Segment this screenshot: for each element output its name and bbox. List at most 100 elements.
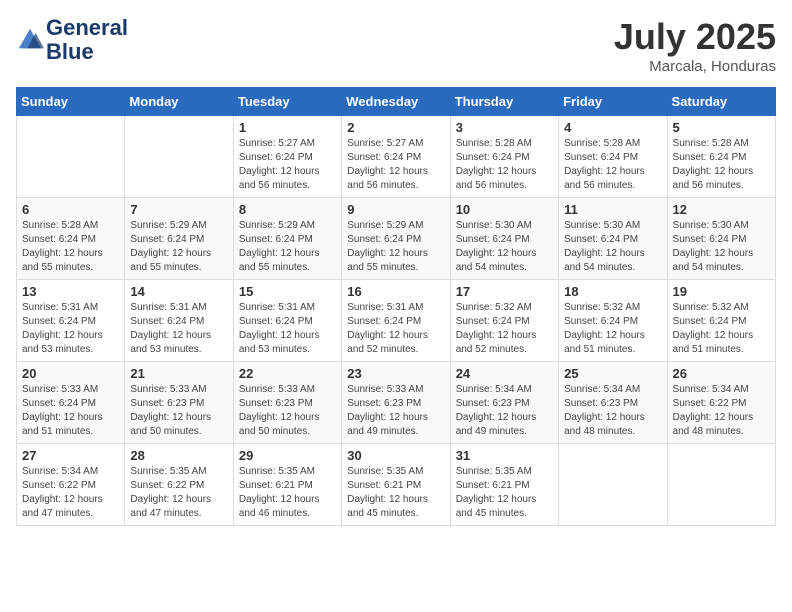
day-cell: 3 Sunrise: 5:28 AM Sunset: 6:24 PM Daylig… [450, 116, 558, 198]
day-number: 25 [564, 366, 661, 381]
day-number: 8 [239, 202, 336, 217]
day-cell [17, 116, 125, 198]
day-info: Sunrise: 5:31 AM Sunset: 6:24 PM Dayligh… [130, 301, 227, 357]
day-number: 2 [347, 120, 444, 135]
day-number: 24 [456, 366, 553, 381]
day-cell: 31 Sunrise: 5:35 AM Sunset: 6:21 PM Dayli… [450, 444, 558, 526]
week-row-2: 6Sunrise: 5:28 AM Sunset: 6:24 PM Daylig… [17, 198, 776, 280]
logo-text-blue: Blue [46, 40, 128, 64]
day-info: Sunrise: 5:33 AM Sunset: 6:23 PM Dayligh… [239, 383, 336, 439]
weekday-header-sunday: Sunday [17, 88, 125, 116]
day-number: 17 [456, 284, 553, 299]
logo-text-general: General [46, 16, 128, 40]
day-number: 23 [347, 366, 444, 381]
day-number: 15 [239, 284, 336, 299]
day-cell: 1 Sunrise: 5:27 AM Sunset: 6:24 PM Daylig… [233, 116, 341, 198]
day-number: 31 [456, 448, 553, 463]
day-cell: 8 Sunrise: 5:29 AM Sunset: 6:24 PM Daylig… [233, 198, 341, 280]
day-info: Sunrise: 5:30 AM Sunset: 6:24 PM Dayligh… [673, 219, 770, 275]
day-number: 18 [564, 284, 661, 299]
day-info: Sunrise: 5:33 AM Sunset: 6:23 PM Dayligh… [130, 383, 227, 439]
weekday-header-monday: Monday [125, 88, 233, 116]
day-number: 5 [673, 120, 770, 135]
day-number: 20 [22, 366, 119, 381]
weekday-header-wednesday: Wednesday [342, 88, 450, 116]
day-number: 22 [239, 366, 336, 381]
day-info: Sunrise: 5:35 AM Sunset: 6:22 PM Dayligh… [130, 465, 227, 521]
day-info: Sunrise: 5:29 AM Sunset: 6:24 PM Dayligh… [130, 219, 227, 275]
day-info: Sunrise: 5:32 AM Sunset: 6:24 PM Dayligh… [673, 301, 770, 357]
day-number: 28 [130, 448, 227, 463]
day-info: Sunrise: 5:29 AM Sunset: 6:24 PM Dayligh… [347, 219, 444, 275]
day-info: Sunrise: 5:28 AM Sunset: 6:24 PM Dayligh… [673, 137, 770, 193]
day-info: Sunrise: 5:31 AM Sunset: 6:24 PM Dayligh… [22, 301, 119, 357]
day-cell [125, 116, 233, 198]
day-number: 14 [130, 284, 227, 299]
day-info: Sunrise: 5:31 AM Sunset: 6:24 PM Dayligh… [239, 301, 336, 357]
day-number: 16 [347, 284, 444, 299]
day-info: Sunrise: 5:32 AM Sunset: 6:24 PM Dayligh… [564, 301, 661, 357]
day-info: Sunrise: 5:31 AM Sunset: 6:24 PM Dayligh… [347, 301, 444, 357]
weekday-header-row: SundayMondayTuesdayWednesdayThursdayFrid… [17, 88, 776, 116]
day-number: 3 [456, 120, 553, 135]
day-info: Sunrise: 5:35 AM Sunset: 6:21 PM Dayligh… [456, 465, 553, 521]
day-cell: 23 Sunrise: 5:33 AM Sunset: 6:23 PM Dayli… [342, 362, 450, 444]
day-cell: 15 Sunrise: 5:31 AM Sunset: 6:24 PM Dayli… [233, 280, 341, 362]
day-info: Sunrise: 5:35 AM Sunset: 6:21 PM Dayligh… [347, 465, 444, 521]
day-cell: 14 Sunrise: 5:31 AM Sunset: 6:24 PM Dayli… [125, 280, 233, 362]
day-cell: 16 Sunrise: 5:31 AM Sunset: 6:24 PM Dayli… [342, 280, 450, 362]
weekday-header-thursday: Thursday [450, 88, 558, 116]
day-info: Sunrise: 5:28 AM Sunset: 6:24 PM Dayligh… [564, 137, 661, 193]
day-info: Sunrise: 5:33 AM Sunset: 6:24 PM Dayligh… [22, 383, 119, 439]
day-cell: 17 Sunrise: 5:32 AM Sunset: 6:24 PM Dayli… [450, 280, 558, 362]
day-cell: 10Sunrise: 5:30 AM Sunset: 6:24 PM Dayli… [450, 198, 558, 280]
calendar-table: SundayMondayTuesdayWednesdayThursdayFrid… [16, 87, 776, 526]
day-number: 4 [564, 120, 661, 135]
day-cell: 12 Sunrise: 5:30 AM Sunset: 6:24 PM Dayli… [667, 198, 775, 280]
title-area: July 2025 Marcala, Honduras [614, 16, 776, 75]
day-cell: 6Sunrise: 5:28 AM Sunset: 6:24 PM Daylig… [17, 198, 125, 280]
day-info: Sunrise: 5:34 AM Sunset: 6:22 PM Dayligh… [22, 465, 119, 521]
day-cell: 11Sunrise: 5:30 AM Sunset: 6:24 PM Dayli… [559, 198, 667, 280]
day-cell: 7 Sunrise: 5:29 AM Sunset: 6:24 PM Daylig… [125, 198, 233, 280]
day-info: Sunrise: 5:34 AM Sunset: 6:23 PM Dayligh… [456, 383, 553, 439]
day-cell: 20 Sunrise: 5:33 AM Sunset: 6:24 PM Dayli… [17, 362, 125, 444]
day-cell: 26Sunrise: 5:34 AM Sunset: 6:22 PM Dayli… [667, 362, 775, 444]
day-number: 12 [673, 202, 770, 217]
day-number: 7 [130, 202, 227, 217]
day-number: 13 [22, 284, 119, 299]
day-number: 11 [564, 202, 661, 217]
day-cell: 9 Sunrise: 5:29 AM Sunset: 6:24 PM Daylig… [342, 198, 450, 280]
day-cell: 30 Sunrise: 5:35 AM Sunset: 6:21 PM Dayli… [342, 444, 450, 526]
day-number: 21 [130, 366, 227, 381]
day-info: Sunrise: 5:34 AM Sunset: 6:22 PM Dayligh… [673, 383, 770, 439]
location-subtitle: Marcala, Honduras [614, 58, 776, 75]
page-header: General Blue July 2025 Marcala, Honduras [16, 16, 776, 75]
week-row-1: 1 Sunrise: 5:27 AM Sunset: 6:24 PM Daylig… [17, 116, 776, 198]
day-info: Sunrise: 5:27 AM Sunset: 6:24 PM Dayligh… [239, 137, 336, 193]
day-info: Sunrise: 5:29 AM Sunset: 6:24 PM Dayligh… [239, 219, 336, 275]
weekday-header-saturday: Saturday [667, 88, 775, 116]
day-cell [559, 444, 667, 526]
day-number: 10 [456, 202, 553, 217]
week-row-4: 20 Sunrise: 5:33 AM Sunset: 6:24 PM Dayli… [17, 362, 776, 444]
day-info: Sunrise: 5:28 AM Sunset: 6:24 PM Dayligh… [22, 219, 119, 275]
day-cell: 18 Sunrise: 5:32 AM Sunset: 6:24 PM Dayli… [559, 280, 667, 362]
day-cell: 2Sunrise: 5:27 AM Sunset: 6:24 PM Daylig… [342, 116, 450, 198]
week-row-3: 13 Sunrise: 5:31 AM Sunset: 6:24 PM Dayli… [17, 280, 776, 362]
day-cell: 4 Sunrise: 5:28 AM Sunset: 6:24 PM Daylig… [559, 116, 667, 198]
day-cell: 28 Sunrise: 5:35 AM Sunset: 6:22 PM Dayli… [125, 444, 233, 526]
day-cell: 27 Sunrise: 5:34 AM Sunset: 6:22 PM Dayli… [17, 444, 125, 526]
day-number: 9 [347, 202, 444, 217]
day-number: 1 [239, 120, 336, 135]
day-cell [667, 444, 775, 526]
day-cell: 29Sunrise: 5:35 AM Sunset: 6:21 PM Dayli… [233, 444, 341, 526]
weekday-header-friday: Friday [559, 88, 667, 116]
month-title: July 2025 [614, 16, 776, 58]
day-info: Sunrise: 5:33 AM Sunset: 6:23 PM Dayligh… [347, 383, 444, 439]
day-number: 27 [22, 448, 119, 463]
day-info: Sunrise: 5:28 AM Sunset: 6:24 PM Dayligh… [456, 137, 553, 193]
day-number: 30 [347, 448, 444, 463]
day-info: Sunrise: 5:32 AM Sunset: 6:24 PM Dayligh… [456, 301, 553, 357]
day-cell: 25Sunrise: 5:34 AM Sunset: 6:23 PM Dayli… [559, 362, 667, 444]
